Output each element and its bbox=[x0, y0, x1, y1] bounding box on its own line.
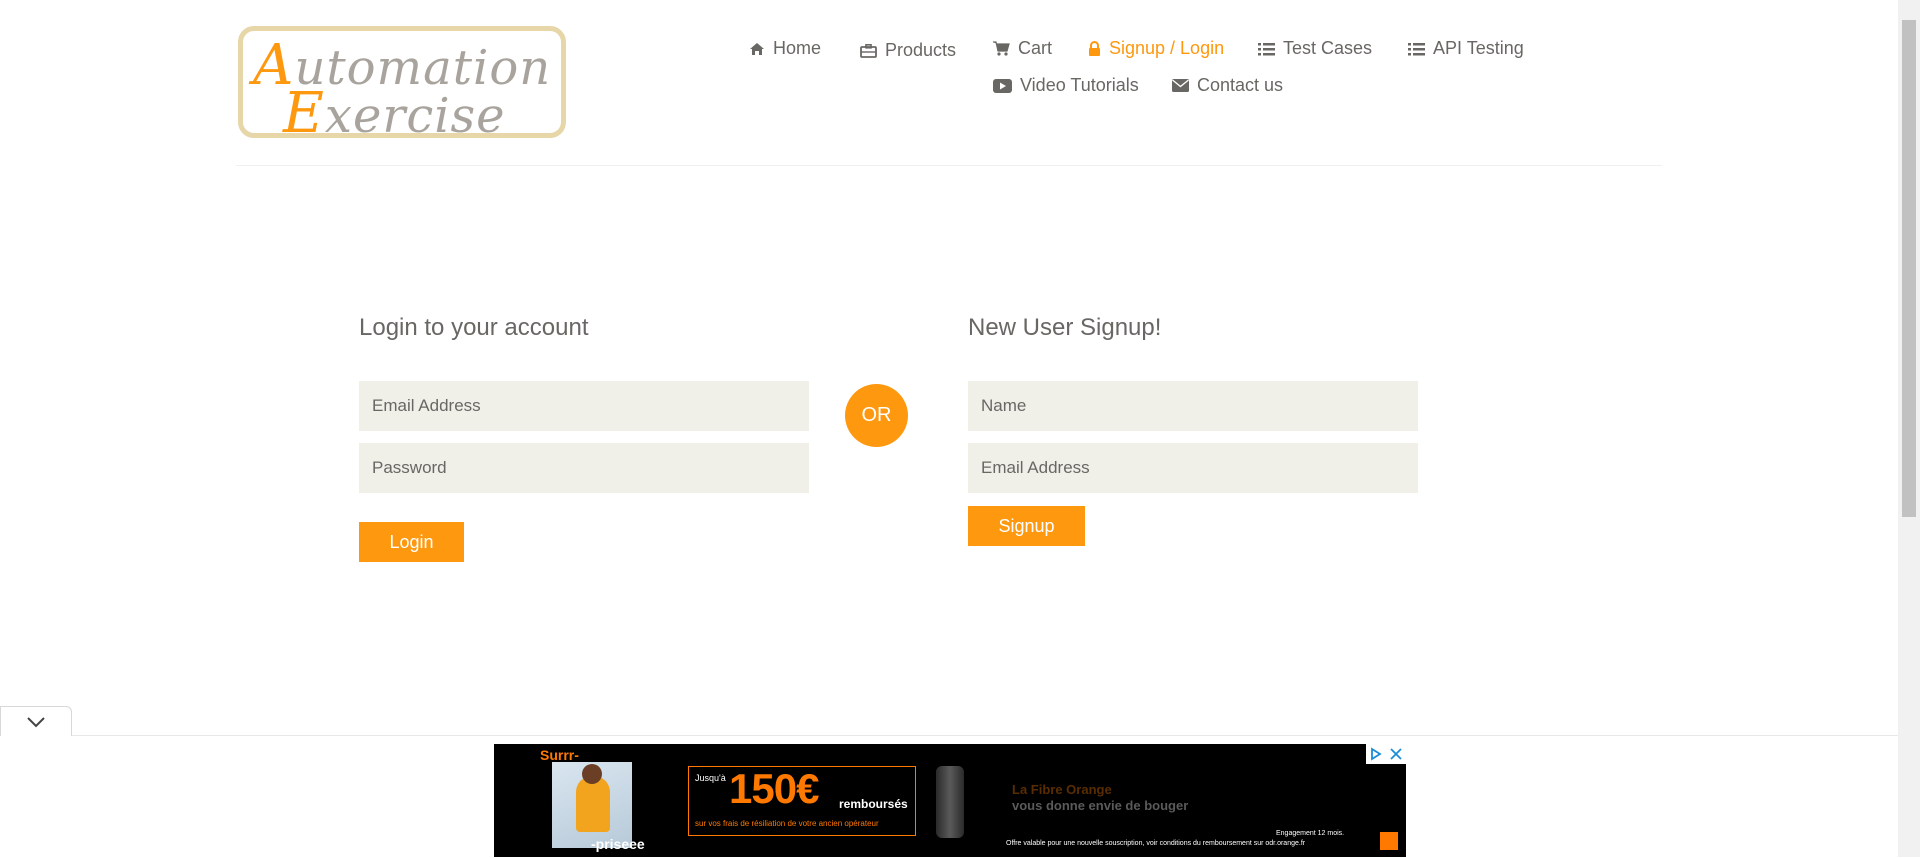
orange-logo bbox=[1380, 832, 1398, 850]
home-icon bbox=[750, 42, 764, 55]
scrollbar-thumb[interactable] bbox=[1902, 20, 1916, 517]
adchoices-icon[interactable] bbox=[1366, 744, 1386, 764]
login-password-input[interactable] bbox=[359, 443, 809, 493]
nav-test-cases[interactable]: Test Cases bbox=[1258, 38, 1372, 59]
nav-signup-login-label: Signup / Login bbox=[1109, 38, 1225, 58]
ad-close-icon[interactable] bbox=[1386, 744, 1406, 764]
briefcase-icon bbox=[860, 43, 877, 58]
nav-products[interactable]: Products bbox=[860, 40, 956, 61]
page-scrollbar[interactable] bbox=[1898, 0, 1920, 857]
chevron-down-icon bbox=[27, 716, 45, 727]
ad-fibre-subtitle: vous donne envie de bouger bbox=[1012, 798, 1189, 813]
login-email-input[interactable] bbox=[359, 381, 809, 431]
nav-cart-label: Cart bbox=[1018, 38, 1053, 58]
signup-name-input[interactable] bbox=[968, 381, 1418, 431]
ad-offer-box: Jusqu'à 150€ remboursés sur vos frais de… bbox=[688, 765, 916, 836]
nav-contact-us-label: Contact us bbox=[1197, 75, 1284, 95]
or-label: OR bbox=[861, 404, 892, 426]
cart-icon bbox=[993, 41, 1010, 56]
nav-api-testing-label: API Testing bbox=[1433, 38, 1524, 58]
ad-fibre-title: La Fibre Orange bbox=[1012, 782, 1112, 797]
nav-api-testing[interactable]: API Testing bbox=[1408, 38, 1524, 59]
ad-router-image bbox=[936, 766, 964, 838]
ad-rembourses: remboursés bbox=[839, 797, 908, 811]
nav-home[interactable]: Home bbox=[749, 38, 821, 59]
list-icon bbox=[1258, 42, 1275, 55]
signup-button[interactable]: Signup bbox=[968, 506, 1085, 546]
nav-cart[interactable]: Cart bbox=[993, 38, 1052, 59]
nav-video-tutorials-label: Video Tutorials bbox=[1020, 75, 1139, 95]
nav-products-label: Products bbox=[885, 40, 957, 60]
ad-choices[interactable] bbox=[1366, 744, 1406, 764]
site-logo[interactable]: Automation Exercise bbox=[238, 26, 566, 146]
nav-video-tutorials[interactable]: Video Tutorials bbox=[993, 75, 1139, 96]
envelope-icon bbox=[1172, 79, 1189, 92]
nav-home-label: Home bbox=[773, 38, 822, 58]
ad-person-head bbox=[582, 764, 602, 784]
ad-subline: sur vos frais de résiliation de votre an… bbox=[695, 819, 879, 828]
lock-icon bbox=[1089, 41, 1100, 56]
signup-email-input[interactable] bbox=[968, 443, 1418, 493]
ad-surprise-top: Surrr- bbox=[540, 747, 579, 763]
ad-jusqu: Jusqu'à bbox=[695, 773, 726, 783]
nav-contact-us[interactable]: Contact us bbox=[1172, 75, 1283, 96]
ad-surprise-bottom: -priseee bbox=[591, 836, 645, 852]
list-icon bbox=[1408, 42, 1425, 55]
ad-amount: 150€ bbox=[729, 765, 819, 812]
header-divider bbox=[236, 165, 1662, 166]
advertisement[interactable]: Surrr- -priseee Jusqu'à 150€ remboursés … bbox=[494, 744, 1406, 857]
ad-engagement: Engagement 12 mois. bbox=[1276, 830, 1345, 837]
login-button[interactable]: Login bbox=[359, 522, 464, 562]
youtube-play-icon bbox=[993, 78, 1012, 93]
or-divider-badge: OR bbox=[845, 384, 908, 447]
logo-line-2: Exercise bbox=[283, 81, 506, 146]
nav-test-cases-label: Test Cases bbox=[1283, 38, 1373, 58]
ad-person-body bbox=[576, 776, 610, 832]
ad-collapse-tab[interactable] bbox=[0, 706, 72, 736]
nav-signup-login[interactable]: Signup / Login bbox=[1088, 38, 1224, 59]
signup-title: New User Signup! bbox=[968, 314, 1162, 341]
login-title: Login to your account bbox=[359, 314, 589, 341]
ad-fineprint: Offre valable pour une nouvelle souscrip… bbox=[1006, 840, 1306, 847]
